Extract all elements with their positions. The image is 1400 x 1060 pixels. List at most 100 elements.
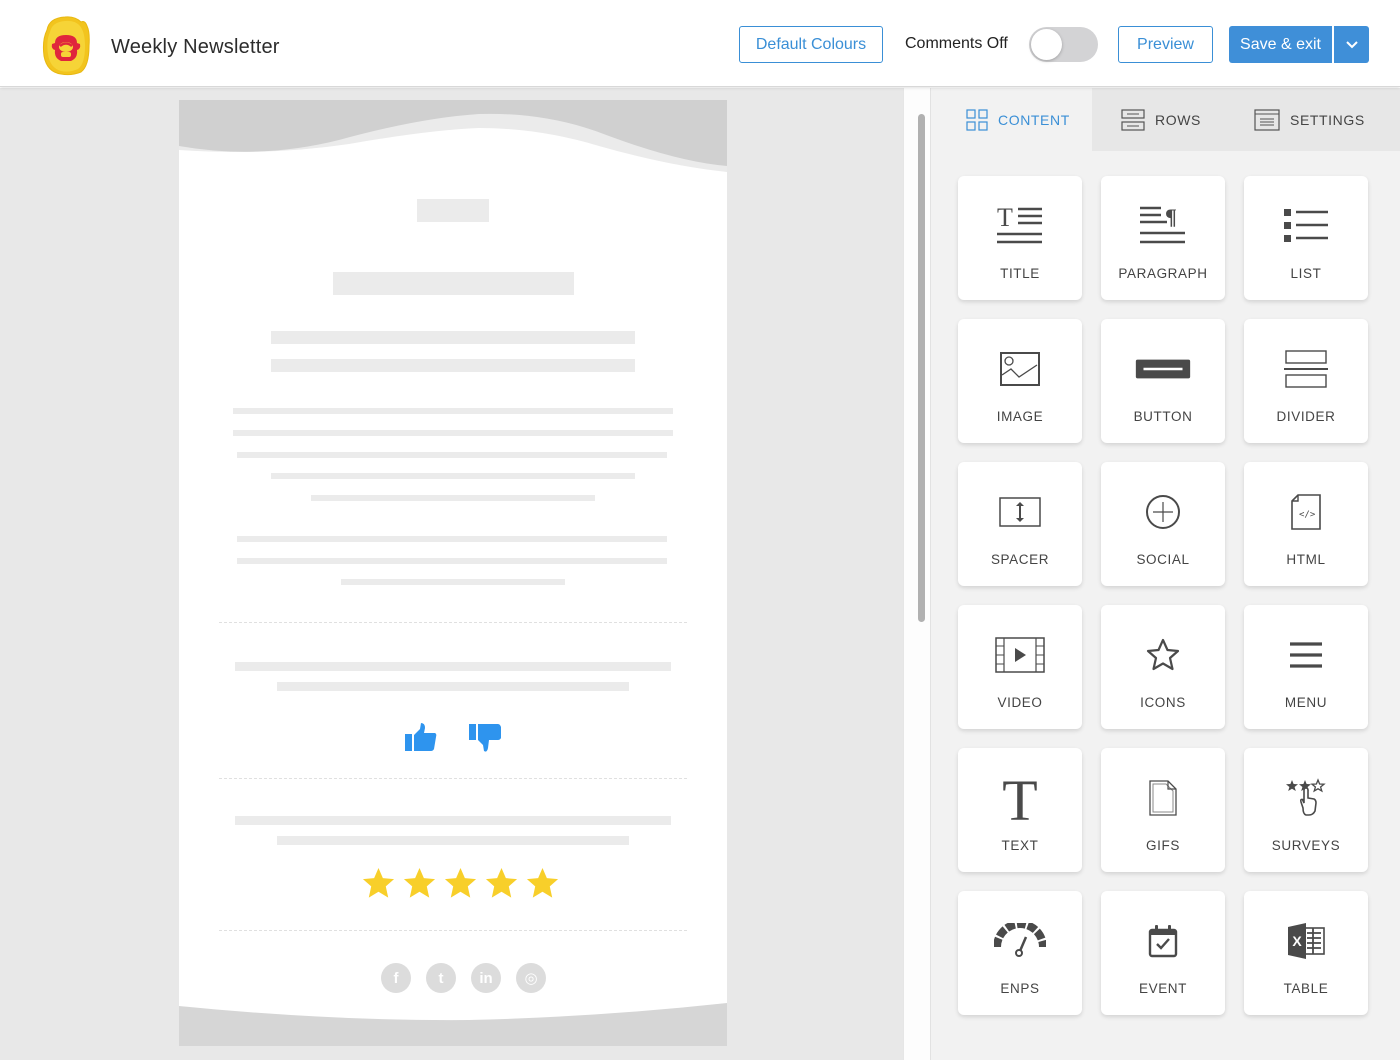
tab-label: CONTENT — [998, 111, 1070, 128]
content-block-button[interactable]: BUTTON — [1101, 319, 1225, 443]
block-label: TEXT — [1001, 838, 1039, 853]
rating-star-icon[interactable] — [525, 866, 560, 901]
text-line-placeholder — [237, 558, 667, 564]
block-label: ICONS — [1140, 695, 1186, 710]
twitter-icon[interactable]: t — [426, 963, 456, 993]
content-block-gifs[interactable]: GIFS — [1101, 748, 1225, 872]
save-options-dropdown[interactable] — [1334, 26, 1369, 63]
save-exit-button[interactable]: Save & exit — [1229, 26, 1332, 63]
star-rating — [361, 866, 560, 901]
heading-placeholder — [333, 272, 574, 295]
footer-wave-decoration — [179, 1001, 727, 1046]
newsletter-title[interactable]: Weekly Newsletter — [111, 36, 280, 59]
star-icon — [1135, 631, 1191, 679]
surveys-icon — [1278, 774, 1334, 822]
menu-icon — [1278, 631, 1334, 679]
enps-gauge-icon — [992, 917, 1048, 965]
block-label: GIFS — [1146, 838, 1180, 853]
content-block-social[interactable]: SOCIAL — [1101, 462, 1225, 586]
content-block-list[interactable]: LIST — [1244, 176, 1368, 300]
content-block-image[interactable]: IMAGE — [958, 319, 1082, 443]
content-block-menu[interactable]: MENU — [1244, 605, 1368, 729]
block-label: TABLE — [1283, 981, 1329, 996]
section-divider — [219, 930, 687, 931]
tab-rows[interactable]: ROWS — [1121, 88, 1201, 151]
content-block-icons[interactable]: ICONS — [1101, 605, 1225, 729]
email-preview[interactable]: f t in ◎ — [179, 100, 727, 1046]
content-block-divider[interactable]: DIVIDER — [1244, 319, 1368, 443]
social-links: f t in ◎ — [381, 963, 546, 993]
block-label: EVENT — [1138, 981, 1187, 996]
svg-text:</>: </> — [1299, 510, 1316, 520]
section-divider — [219, 778, 687, 779]
text-line-placeholder — [235, 816, 671, 825]
button-icon — [1135, 345, 1191, 393]
content-block-video[interactable]: VIDEO — [958, 605, 1082, 729]
settings-icon — [1254, 108, 1280, 131]
instagram-icon[interactable]: ◎ — [516, 963, 546, 993]
block-label: TITLE — [1000, 266, 1040, 281]
default-colours-button[interactable]: Default Colours — [739, 26, 883, 63]
block-label: SPACER — [990, 552, 1050, 567]
rating-star-icon[interactable] — [484, 866, 519, 901]
rating-star-icon[interactable] — [402, 866, 437, 901]
rating-star-icon[interactable] — [361, 866, 396, 901]
section-divider — [219, 622, 687, 623]
event-calendar-icon — [1135, 917, 1191, 965]
comments-toggle[interactable] — [1029, 27, 1098, 62]
block-label: SURVEYS — [1271, 838, 1341, 853]
preview-button[interactable]: Preview — [1118, 26, 1213, 63]
scrollbar-thumb[interactable] — [918, 114, 925, 622]
text-line-placeholder — [311, 495, 595, 501]
title-icon: T — [992, 202, 1048, 250]
logo-placeholder — [417, 199, 489, 222]
subheading-line-placeholder — [271, 359, 635, 372]
app-logo[interactable] — [41, 16, 91, 76]
canvas-scrollbar[interactable] — [903, 88, 931, 1060]
content-block-paragraph[interactable]: ¶ PARAGRAPH — [1101, 176, 1225, 300]
block-label: VIDEO — [997, 695, 1043, 710]
tab-label: ROWS — [1155, 111, 1201, 128]
content-block-event[interactable]: EVENT — [1101, 891, 1225, 1015]
svg-text:X: X — [1292, 933, 1302, 949]
rows-icon — [1121, 108, 1145, 131]
content-block-surveys[interactable]: SURVEYS — [1244, 748, 1368, 872]
thumbs-up-icon[interactable] — [403, 720, 439, 756]
block-label: SOCIAL — [1136, 552, 1190, 567]
text-line-placeholder — [237, 452, 667, 458]
thumbs-down-icon[interactable] — [467, 720, 503, 756]
block-label: LIST — [1290, 266, 1322, 281]
panel-tabs: CONTENT ROWS SETTINGS — [931, 88, 1400, 151]
content-block-enps[interactable]: ENPS — [958, 891, 1082, 1015]
block-label: DIVIDER — [1276, 409, 1336, 424]
content-blocks-grid: T TITLE ¶ PARAGRAPH LIST IMAGE BUTTON DIVIDER SP… — [958, 176, 1372, 1015]
text-line-placeholder — [235, 662, 671, 671]
top-bar: Weekly Newsletter Default Colours Commen… — [0, 0, 1400, 87]
svg-text:¶: ¶ — [1165, 204, 1177, 229]
video-icon — [992, 631, 1048, 679]
rating-star-icon[interactable] — [443, 866, 478, 901]
text-line-placeholder — [233, 408, 673, 414]
content-panel: CONTENT ROWS SETTINGS T TITLE ¶ PARAGRAPH LI… — [931, 88, 1400, 1060]
table-excel-icon: X — [1278, 917, 1334, 965]
block-label: MENU — [1284, 695, 1328, 710]
image-icon — [992, 345, 1048, 393]
subheading-line-placeholder — [271, 331, 635, 344]
header-wave-decoration — [179, 100, 727, 172]
block-label: PARAGRAPH — [1118, 266, 1208, 281]
content-block-text[interactable]: T TEXT — [958, 748, 1082, 872]
tab-content[interactable]: CONTENT — [931, 88, 1092, 151]
content-block-spacer[interactable]: SPACER — [958, 462, 1082, 586]
content-block-html[interactable]: </> HTML — [1244, 462, 1368, 586]
divider-icon — [1278, 345, 1334, 393]
block-label: ENPS — [1000, 981, 1040, 996]
social-icon — [1135, 488, 1191, 536]
tab-label: SETTINGS — [1290, 111, 1365, 128]
svg-text:T: T — [1002, 774, 1037, 822]
linkedin-icon[interactable]: in — [471, 963, 501, 993]
facebook-icon[interactable]: f — [381, 963, 411, 993]
content-block-table[interactable]: X TABLE — [1244, 891, 1368, 1015]
content-block-title[interactable]: T TITLE — [958, 176, 1082, 300]
spacer-icon — [992, 488, 1048, 536]
tab-settings[interactable]: SETTINGS — [1254, 88, 1365, 151]
